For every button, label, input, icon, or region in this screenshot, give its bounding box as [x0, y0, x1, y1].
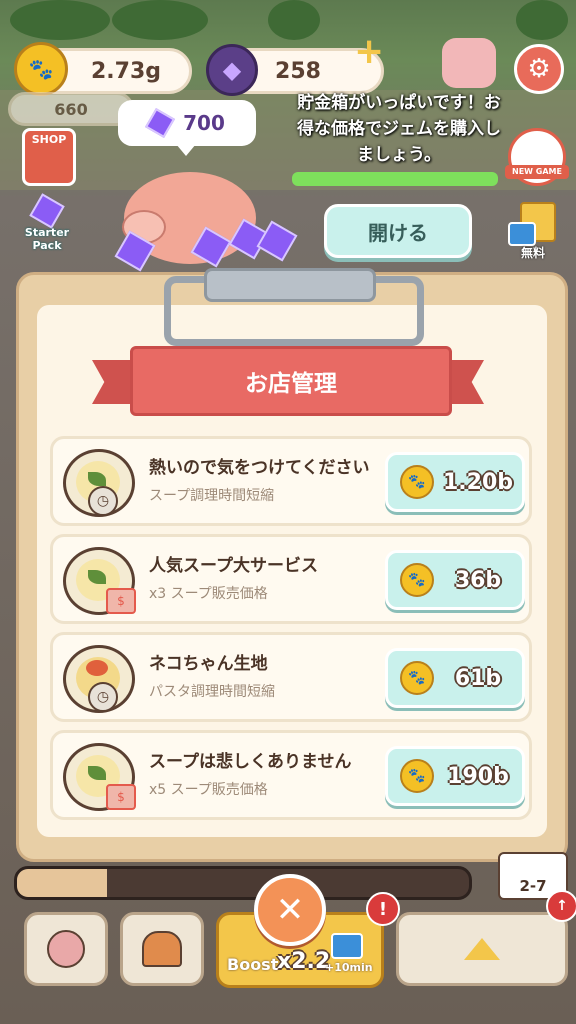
gem-amount-bubble: 700	[118, 100, 256, 146]
video-icon	[508, 222, 536, 246]
upgrade-price: 1.20b	[442, 469, 514, 495]
starter-pack-button[interactable]: Starter Pack	[16, 193, 78, 256]
upgrade-subtitle: スープ調理時間短縮	[149, 488, 275, 504]
upgrade-title: 人気スープ大サービス	[149, 556, 318, 576]
upgrade-price: 36b	[454, 567, 502, 593]
upgrade-row: ◷ 熱いので気をつけてください スープ調理時間短縮 🐾 1.20b	[50, 436, 532, 526]
clipboard-clip-top	[204, 268, 376, 302]
sauce	[86, 660, 108, 676]
paw-coin-icon: 🐾	[400, 661, 434, 695]
upgrade-subtitle: x3 スープ販売価格	[149, 586, 268, 602]
close-icon: ✕	[275, 890, 305, 930]
upgrade-price: 190b	[447, 763, 509, 789]
upgrade-subtitle: パスタ調理時間短縮	[149, 684, 275, 700]
bear-icon	[47, 930, 85, 968]
boost-time: +10min	[325, 961, 373, 974]
stage-label: 2-7	[519, 877, 547, 895]
gem-icon	[29, 193, 65, 229]
gem-icon: ◆	[206, 44, 258, 96]
upgrade-title: 熱いので気をつけてください	[149, 458, 370, 478]
buy-button[interactable]: 🐾 36b	[385, 550, 525, 610]
arrow-up-badge-icon: ↑	[546, 890, 576, 922]
pet-house-button[interactable]	[120, 912, 204, 986]
soup-tag-icon: $	[63, 547, 136, 615]
coin-amount: 2.73g	[90, 58, 162, 84]
piggy-fill	[292, 172, 498, 186]
buy-button[interactable]: 🐾 190b	[385, 746, 525, 806]
shop-button[interactable]: SHOP	[22, 128, 76, 186]
upgrade-row: $ スープは悲しくありません x5 スープ販売価格 🐾 190b	[50, 730, 532, 820]
piggy-message: 貯金箱がいっぱいです！お得な価格でジェムを購入しましょう。	[297, 93, 501, 165]
new-game-button[interactable]: NEW GAME	[505, 128, 569, 186]
pasta-clock-icon: ◷	[63, 645, 135, 713]
panel-title: お店管理	[245, 371, 337, 397]
stage-progress-fill	[17, 869, 108, 897]
new-game-label: NEW GAME	[505, 165, 569, 179]
pet-house-icon	[142, 931, 182, 967]
starter-pack-label: Starter Pack	[24, 226, 70, 252]
stage-progress-bar	[14, 866, 472, 900]
upgrade-price: 61b	[454, 665, 502, 691]
close-button[interactable]: ✕	[254, 874, 326, 946]
gem-icon	[145, 107, 176, 139]
gem-icon	[256, 220, 298, 262]
upgrade-row: ◷ ネコちゃん生地 パスタ調理時間短縮 🐾 61b	[50, 632, 532, 722]
clock-icon: ◷	[88, 486, 118, 516]
upgrade-subtitle: x5 スープ販売価格	[149, 782, 268, 798]
gear-icon[interactable]: ⚙	[514, 44, 564, 94]
panel-title-ribbon: お店管理	[130, 346, 452, 416]
buy-button[interactable]: 🐾 61b	[385, 648, 525, 708]
cat-avatar[interactable]	[442, 38, 496, 88]
alert-badge-icon: !	[366, 892, 400, 926]
price-tag-icon: $	[106, 588, 136, 614]
leaf	[88, 570, 106, 584]
soup-tag-icon: $	[63, 743, 136, 811]
paw-coin-icon: 🐾	[400, 563, 434, 597]
boost-label: Boost	[227, 955, 279, 974]
upgrade-title: ネコちゃん生地	[149, 654, 268, 674]
piggy-fill-bar	[292, 172, 498, 186]
upgrade-row: $ 人気スープ大サービス x3 スープ販売価格 🐾 36b	[50, 534, 532, 624]
piggy-gem-amount: 700	[183, 111, 225, 135]
gem-amount: 258	[275, 58, 321, 84]
paw-coin-icon: 🐾	[14, 42, 68, 96]
bear-button[interactable]	[24, 912, 108, 986]
boost-multiplier: x2.2	[277, 949, 331, 974]
clock-icon: ◷	[88, 682, 118, 712]
small-coin-counter: 660	[8, 92, 134, 126]
free-gift-button[interactable]: 無料	[506, 198, 560, 264]
bush	[268, 0, 320, 40]
bubble-tail	[176, 144, 196, 156]
shop-label: SHOP	[31, 133, 67, 146]
arrow-up-icon	[464, 938, 500, 960]
video-icon	[331, 933, 363, 959]
paw-coin-icon: 🐾	[400, 465, 434, 499]
soup-clock-icon: ◷	[63, 449, 135, 517]
add-gems-icon[interactable]: +	[354, 34, 386, 70]
upgrade-title: スープは悲しくありません	[149, 752, 352, 772]
bush	[10, 0, 110, 40]
bush	[516, 0, 568, 40]
open-button[interactable]: 開ける	[324, 204, 472, 258]
leaf	[88, 472, 106, 486]
free-label: 無料	[520, 246, 545, 260]
paw-coin-icon: 🐾	[400, 759, 434, 793]
piggy-bank[interactable]	[114, 158, 298, 272]
leaf	[88, 766, 106, 780]
price-tag-icon: $	[106, 784, 136, 810]
open-label: 開ける	[368, 220, 428, 245]
bush	[112, 0, 208, 40]
buy-button[interactable]: 🐾 1.20b	[385, 452, 525, 512]
upgrade-arrow-button[interactable]	[396, 912, 568, 986]
